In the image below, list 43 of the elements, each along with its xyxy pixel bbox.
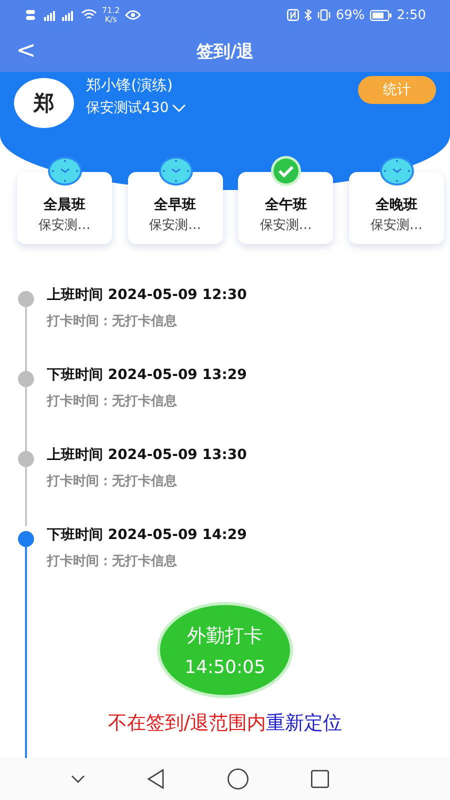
shift-detail: 保安测…: [260, 217, 312, 234]
punch-record: 打卡时间：无打卡信息: [47, 313, 178, 330]
shift-name: 全晚班: [375, 196, 418, 214]
shift-name: 全早班: [154, 196, 196, 214]
vibrate-icon: [316, 9, 331, 21]
square-icon[interactable]: [311, 770, 329, 788]
shift-detail: 保安测…: [38, 217, 90, 234]
shift-name: 全晨班: [44, 196, 86, 214]
shift-time: 上班时间 2024-05-09 12:30: [47, 286, 247, 304]
shift-card[interactable]: 全晨班 保安测…: [17, 172, 112, 244]
shift-name: 全午班: [264, 196, 307, 214]
nfc-icon: [286, 9, 299, 21]
group-dropdown[interactable]: 保安测试430: [86, 99, 346, 117]
user-name: 郑小锋(演练): [86, 76, 174, 95]
chevron-down-icon[interactable]: [71, 775, 85, 783]
back-triangle-icon[interactable]: [147, 769, 165, 789]
wifi-icon: [81, 9, 97, 21]
punch-record: 打卡时间：无打卡信息: [47, 473, 178, 490]
battery-icon: [370, 10, 392, 20]
punch-record: 打卡时间：无打卡信息: [47, 553, 178, 570]
shift-time: 下班时间 2024-05-09 14:29: [47, 526, 247, 544]
chevron-down-icon: [172, 104, 186, 112]
shift-time: 下班时间 2024-05-09 13:29: [47, 366, 247, 384]
page-title: 签到/退: [196, 40, 254, 62]
shift-card[interactable]: 全午班 保安测…: [238, 172, 334, 244]
battery-percent: 69%: [336, 8, 365, 22]
home-circle-icon[interactable]: [227, 768, 249, 790]
shift-detail: 保安测…: [370, 217, 422, 234]
location-warning: 不在签到/退范围内: [108, 711, 266, 736]
shift-time: 上班时间 2024-05-09 13:30: [47, 446, 247, 464]
back-button[interactable]: <: [10, 34, 42, 66]
shift-card[interactable]: 全早班 保安测…: [128, 172, 223, 244]
signal-icon: [26, 8, 76, 22]
network-speed-unit: K/s: [104, 15, 117, 24]
avatar: 郑: [14, 78, 74, 128]
bluetooth-icon: [304, 9, 312, 21]
clock: 2:50: [396, 8, 426, 22]
shift-detail: 保安测…: [149, 217, 202, 234]
punch-record: 打卡时间：无打卡信息: [47, 393, 178, 410]
shift-card[interactable]: 全晚班 保安测…: [348, 172, 444, 244]
network-speed: 71.2: [102, 6, 120, 15]
eye-icon: [124, 10, 141, 20]
relocate-link[interactable]: 重新定位: [266, 710, 342, 736]
